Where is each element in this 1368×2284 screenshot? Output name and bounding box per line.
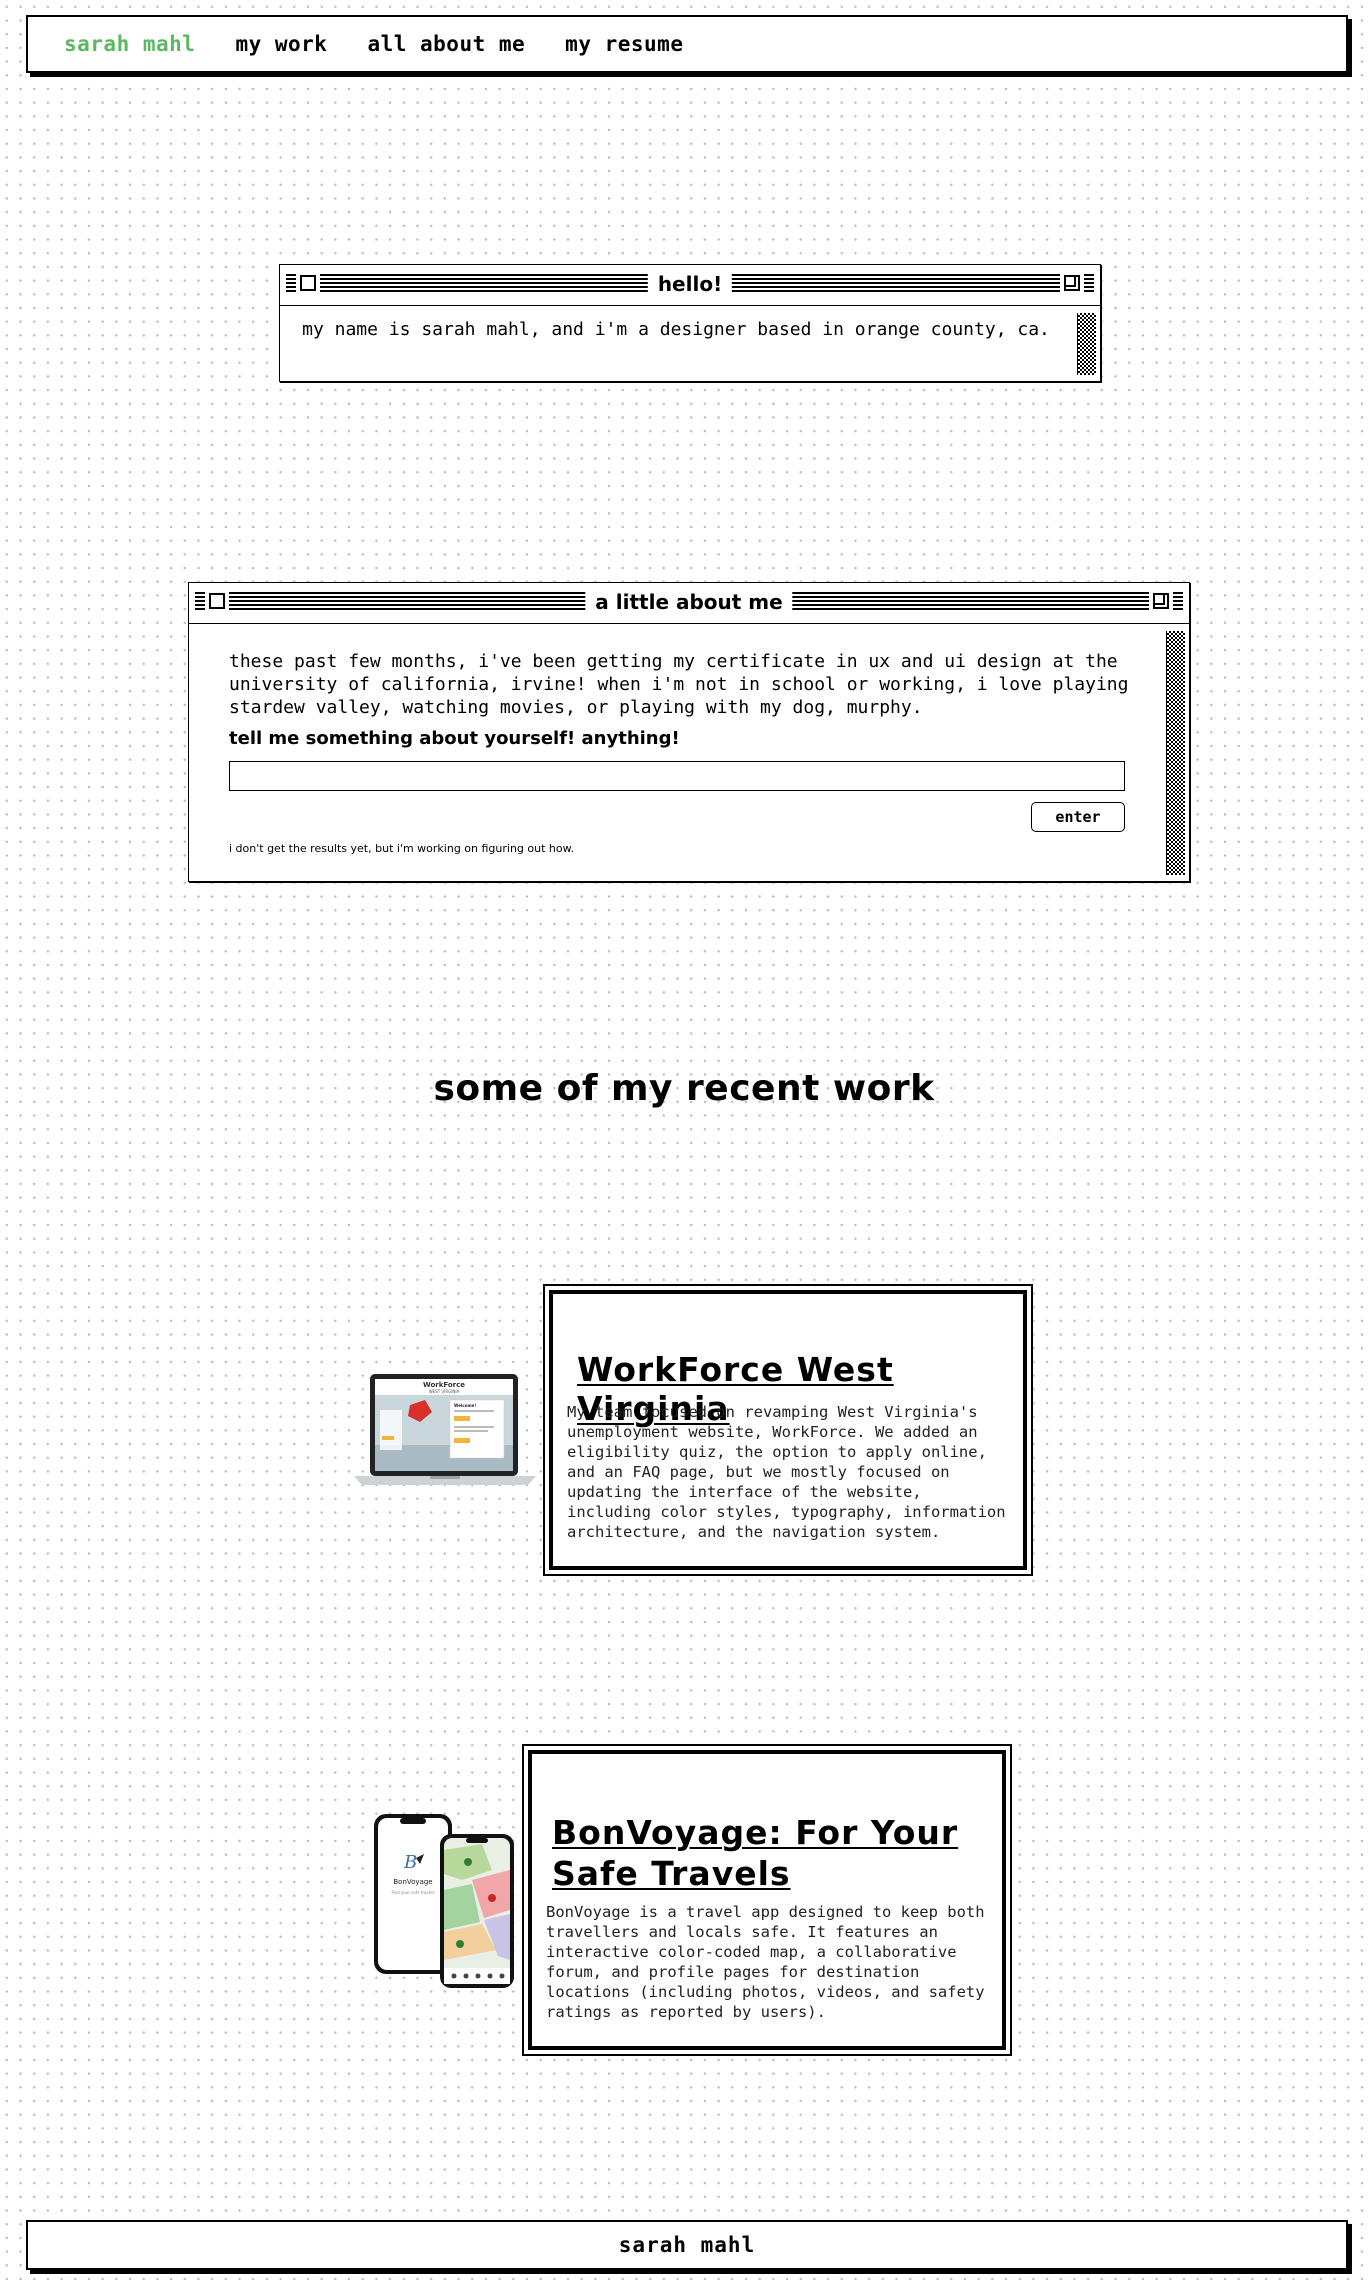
phone-mockup-icon: B BonVoyage Find your safe travels [374, 1814, 514, 1988]
about-text-input[interactable] [229, 761, 1125, 791]
about-prompt: tell me something about yourself! anythi… [229, 728, 680, 749]
close-box-icon[interactable] [300, 275, 316, 291]
zoom-box-icon[interactable] [1153, 593, 1169, 609]
hello-window-title: hello! [647, 271, 733, 297]
nav-item-my-resume[interactable]: my resume [565, 32, 683, 56]
title-divider [189, 623, 1189, 624]
phone-app-name: BonVoyage [393, 1878, 432, 1886]
project-card-inner: WorkForce West Virginia My team focused … [549, 1290, 1027, 1570]
about-paragraph-line: stardew valley, watching movies, or play… [229, 697, 923, 718]
hello-window: hello! my name is sarah mahl, and i'm a … [279, 264, 1101, 382]
hello-scrollbar[interactable] [1077, 313, 1096, 375]
phone-app-tagline: Find your safe travels [391, 1890, 434, 1895]
enter-button[interactable]: enter [1031, 802, 1125, 832]
nav-item-my-work[interactable]: my work [235, 32, 327, 56]
footer-text: sarah mahl [618, 2233, 756, 2257]
workforce-laptop-image[interactable]: WorkForce WEST VIRGINIA Welcome! [350, 1370, 540, 1490]
about-paragraph-line: university of california, irvine! when i… [229, 674, 1129, 695]
project-description-workforce: My team focused on revamping West Virgin… [567, 1403, 1006, 1541]
project-description-bonvoyage: BonVoyage is a travel app designed to ke… [546, 1903, 985, 2021]
bonvoyage-logo-icon: B [403, 1852, 417, 1873]
footer: sarah mahl [26, 2220, 1348, 2270]
about-window-title: a little about me [585, 589, 793, 615]
about-scrollbar[interactable] [1166, 631, 1185, 875]
top-nav: sarah mahl my work all about me my resum… [26, 15, 1348, 73]
hello-window-titlebar[interactable]: hello! [286, 271, 1094, 297]
project-card-bonvoyage[interactable]: BonVoyage: For Your Safe Travels BonVoya… [522, 1744, 1012, 2056]
laptop-screen-subtitle: WEST VIRGINIA [429, 1389, 460, 1394]
laptop-mockup-icon: WorkForce WEST VIRGINIA Welcome! [354, 1374, 536, 1485]
about-note: i don't get the results yet, but i'm wor… [229, 842, 575, 855]
close-box-icon[interactable] [209, 593, 225, 609]
project-card-inner: BonVoyage: For Your Safe Travels BonVoya… [528, 1750, 1006, 2050]
nav-brand-link[interactable]: sarah mahl [64, 32, 195, 56]
project-card-workforce[interactable]: WorkForce West Virginia My team focused … [543, 1284, 1033, 1576]
hello-text: my name is sarah mahl, and i'm a designe… [302, 319, 1050, 340]
bonvoyage-phones-image[interactable]: B BonVoyage Find your safe travels [372, 1810, 517, 1990]
title-divider [280, 305, 1100, 306]
about-window-titlebar[interactable]: a little about me [195, 589, 1183, 615]
project-title-bonvoyage[interactable]: BonVoyage: For Your Safe Travels [552, 1812, 972, 1894]
nav-item-all-about-me[interactable]: all about me [367, 32, 525, 56]
about-paragraph: these past few months, i've been getting… [229, 650, 1129, 719]
zoom-box-icon[interactable] [1064, 275, 1080, 291]
about-window: a little about me these past few months,… [188, 582, 1190, 882]
about-paragraph-line: these past few months, i've been getting… [229, 651, 1118, 672]
laptop-screen-welcome: Welcome! [454, 1403, 476, 1408]
section-heading: some of my recent work [433, 1068, 935, 1109]
laptop-screen-title: WorkForce [423, 1381, 465, 1389]
